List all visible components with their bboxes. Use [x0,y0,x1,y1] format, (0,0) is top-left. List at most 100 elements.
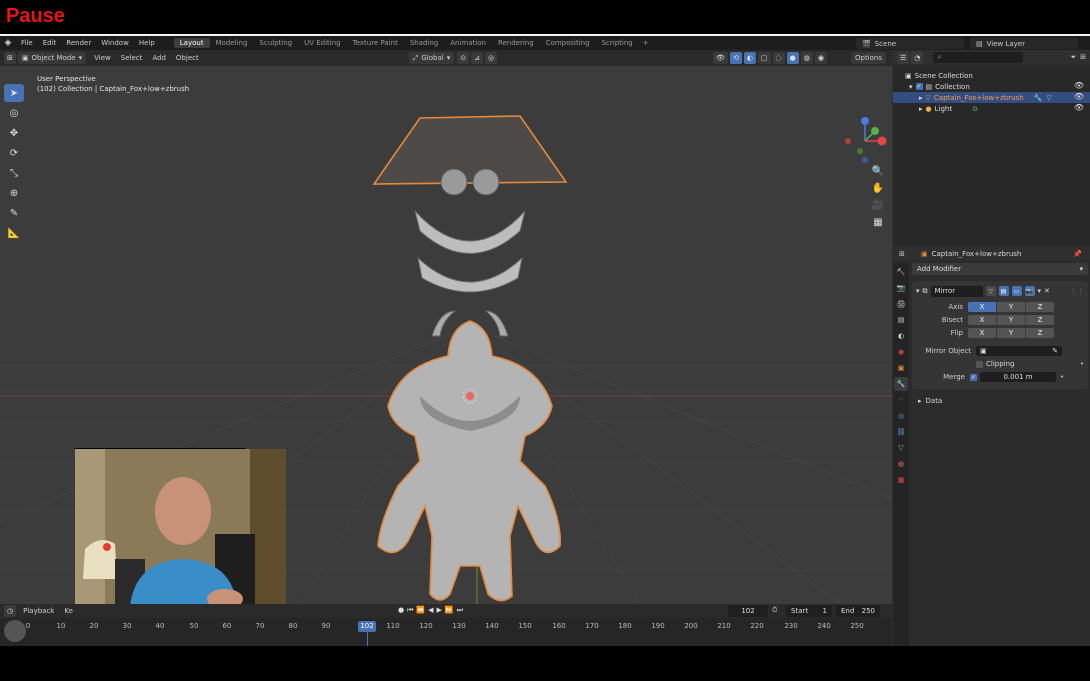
object-tab-icon[interactable]: ▣ [894,361,908,375]
pan-hand-icon[interactable]: ✋ [870,183,886,199]
add-modifier-dropdown[interactable]: Add Modifier ▾ [912,263,1088,275]
scene-selector[interactable]: 🎬 Scene [856,38,964,49]
render-tab-icon[interactable]: 📷 [894,281,908,295]
annotate-tool[interactable]: ✎ [4,204,24,222]
clipping-checkbox[interactable] [976,360,983,368]
flip-z-toggle[interactable]: Z [1026,328,1054,338]
timeline-editor-type-button[interactable]: ◷ [4,605,17,617]
measure-tool[interactable]: 📐 [4,224,24,242]
tab-compositing[interactable]: Compositing [540,38,596,48]
play-reverse-icon[interactable]: ◀ [428,606,433,615]
gizmo-toggle-button[interactable]: ⟲ [729,52,742,64]
tab-shading[interactable]: Shading [404,38,444,48]
view-layer-tab-icon[interactable]: ▤ [894,313,908,327]
current-frame-field[interactable]: 102 [728,605,768,617]
tool-tab-icon[interactable]: 🔨 [894,265,908,279]
rotate-tool[interactable]: ⟳ [4,144,24,162]
tab-layout[interactable]: Layout [173,38,210,48]
menu-select[interactable]: Select [116,54,148,62]
xray-button[interactable]: ▢ [757,52,771,64]
material-tab-icon[interactable]: ◍ [894,457,908,471]
bisect-x-toggle[interactable]: X [968,315,997,325]
timeline-ruler[interactable]: 0 10 20 30 40 50 60 70 80 90 110 120 130… [0,618,892,646]
outliner-editor-type-button[interactable]: ☰ [897,51,910,64]
tab-animation[interactable]: Animation [444,38,492,48]
navigation-gizmo[interactable] [840,116,890,166]
eyedropper-icon[interactable]: ✎ [1052,347,1058,355]
constraints-tab-icon[interactable]: ⛓ [894,425,908,439]
outliner-row-light[interactable]: ▸ ● Light ⊙ 👁 [893,103,1090,114]
transform-orientation-dropdown[interactable]: ⤢ Global ▾ [408,52,455,64]
properties-editor-icon[interactable]: ⊞ [899,250,905,258]
start-frame-field[interactable]: Start 1 [786,605,832,617]
tab-sculpting[interactable]: Sculpting [253,38,298,48]
shading-solid-button[interactable]: ● [786,52,799,64]
outliner-row-collection[interactable]: ▾ ✓ ▤ Collection 👁 [893,81,1090,92]
flip-x-toggle[interactable]: X [968,328,997,338]
current-frame-marker[interactable]: 102 [358,621,376,632]
modifier-tab-icon[interactable]: 🔧 [894,377,908,391]
snap-button[interactable]: ⊿ [471,52,483,64]
output-tab-icon[interactable]: 🖨 [894,297,908,311]
shading-material-button[interactable]: ◍ [800,52,813,64]
view-layer-selector[interactable]: ▤ View Layer [970,38,1078,49]
menu-add[interactable]: Add [147,54,171,62]
texture-tab-icon[interactable]: ▦ [894,473,908,487]
scale-tool[interactable]: ⤡ [4,164,24,182]
axis-y-toggle[interactable]: Y [997,302,1026,312]
blender-logo-icon[interactable]: ◈ [0,38,16,48]
render-display-icon[interactable]: 📷 [1024,286,1035,296]
bisect-y-toggle[interactable]: Y [997,315,1026,325]
particles-tab-icon[interactable]: ⁘ [894,393,908,407]
edit-mode-toggle-icon[interactable]: ▤ [998,286,1009,296]
visibility-button[interactable]: 👁 [713,52,728,64]
scene-tab-icon[interactable]: ◐ [894,329,908,343]
play-icon[interactable]: ▶ [437,606,442,615]
menu-view[interactable]: View [89,54,116,62]
display-mode-button[interactable]: ◔ [911,51,924,64]
modifier-name-field[interactable]: Mirror [930,285,983,297]
next-keyframe-icon[interactable]: ⏩ [445,606,454,615]
record-icon[interactable]: ● [398,606,404,615]
object-eye-icon[interactable]: 👁 [1074,92,1084,101]
menu-edit[interactable]: Edit [38,39,62,47]
jump-end-icon[interactable]: ⏭ [457,606,463,615]
tab-modeling[interactable]: Modeling [210,38,254,48]
keyframe-dot-icon[interactable]: • [1080,360,1084,368]
menu-render[interactable]: Render [61,39,96,47]
close-icon[interactable]: ✕ [1044,287,1050,295]
end-frame-field[interactable]: End 250 [836,605,880,617]
merge-checkbox[interactable]: ✓ [970,373,977,381]
drag-handle-icon[interactable]: ⋮⋮ [1070,287,1084,295]
pivot-point-button[interactable]: ⊙ [457,52,470,64]
tab-rendering[interactable]: Rendering [492,38,540,48]
transform-tool[interactable]: ⊕ [4,184,24,202]
axis-x-toggle[interactable]: X [968,302,997,312]
keyframe-dot-icon[interactable]: • [1060,373,1064,381]
axis-z-toggle[interactable]: Z [1026,302,1054,312]
object-mode-dropdown[interactable]: ▣ Object Mode ▾ [17,52,87,64]
add-workspace-button[interactable]: + [639,39,653,47]
data-tab-icon[interactable]: ▽ [894,441,908,455]
outliner-row-scene-collection[interactable]: ▣ Scene Collection [893,70,1090,81]
tab-uv-editing[interactable]: UV Editing [298,38,347,48]
physics-tab-icon[interactable]: ◎ [894,409,908,423]
zoom-icon[interactable]: 🔍 [870,166,886,182]
viewport-display-icon[interactable]: ▭ [1011,286,1022,296]
flip-y-toggle[interactable]: Y [997,328,1026,338]
menu-window[interactable]: Window [96,39,134,47]
collapse-arrow-icon[interactable]: ▾ [916,287,920,295]
perspective-grid-icon[interactable]: ▦ [870,217,886,233]
collection-checkbox[interactable]: ✓ [915,83,923,90]
mirror-object-field[interactable]: ▣ ✎ [976,346,1062,356]
prev-keyframe-icon[interactable]: ⏪ [416,606,425,615]
bisect-z-toggle[interactable]: Z [1026,315,1054,325]
outliner-row-captain-fox[interactable]: ▸ ▽ Captain_Fox+low+zbrush 🔧 ▽ 👁 [893,92,1090,103]
menu-file[interactable]: File [16,39,38,47]
edit-mode-cage-icon[interactable]: ▽ [985,286,996,296]
world-tab-icon[interactable]: ◉ [894,345,908,359]
proportional-edit-button[interactable]: ◎ [484,52,498,64]
outliner-search-input[interactable]: ⌕ [933,52,1024,63]
shading-rendered-button[interactable]: ◉ [814,52,827,64]
camera-icon[interactable]: 🎥 [870,200,886,216]
